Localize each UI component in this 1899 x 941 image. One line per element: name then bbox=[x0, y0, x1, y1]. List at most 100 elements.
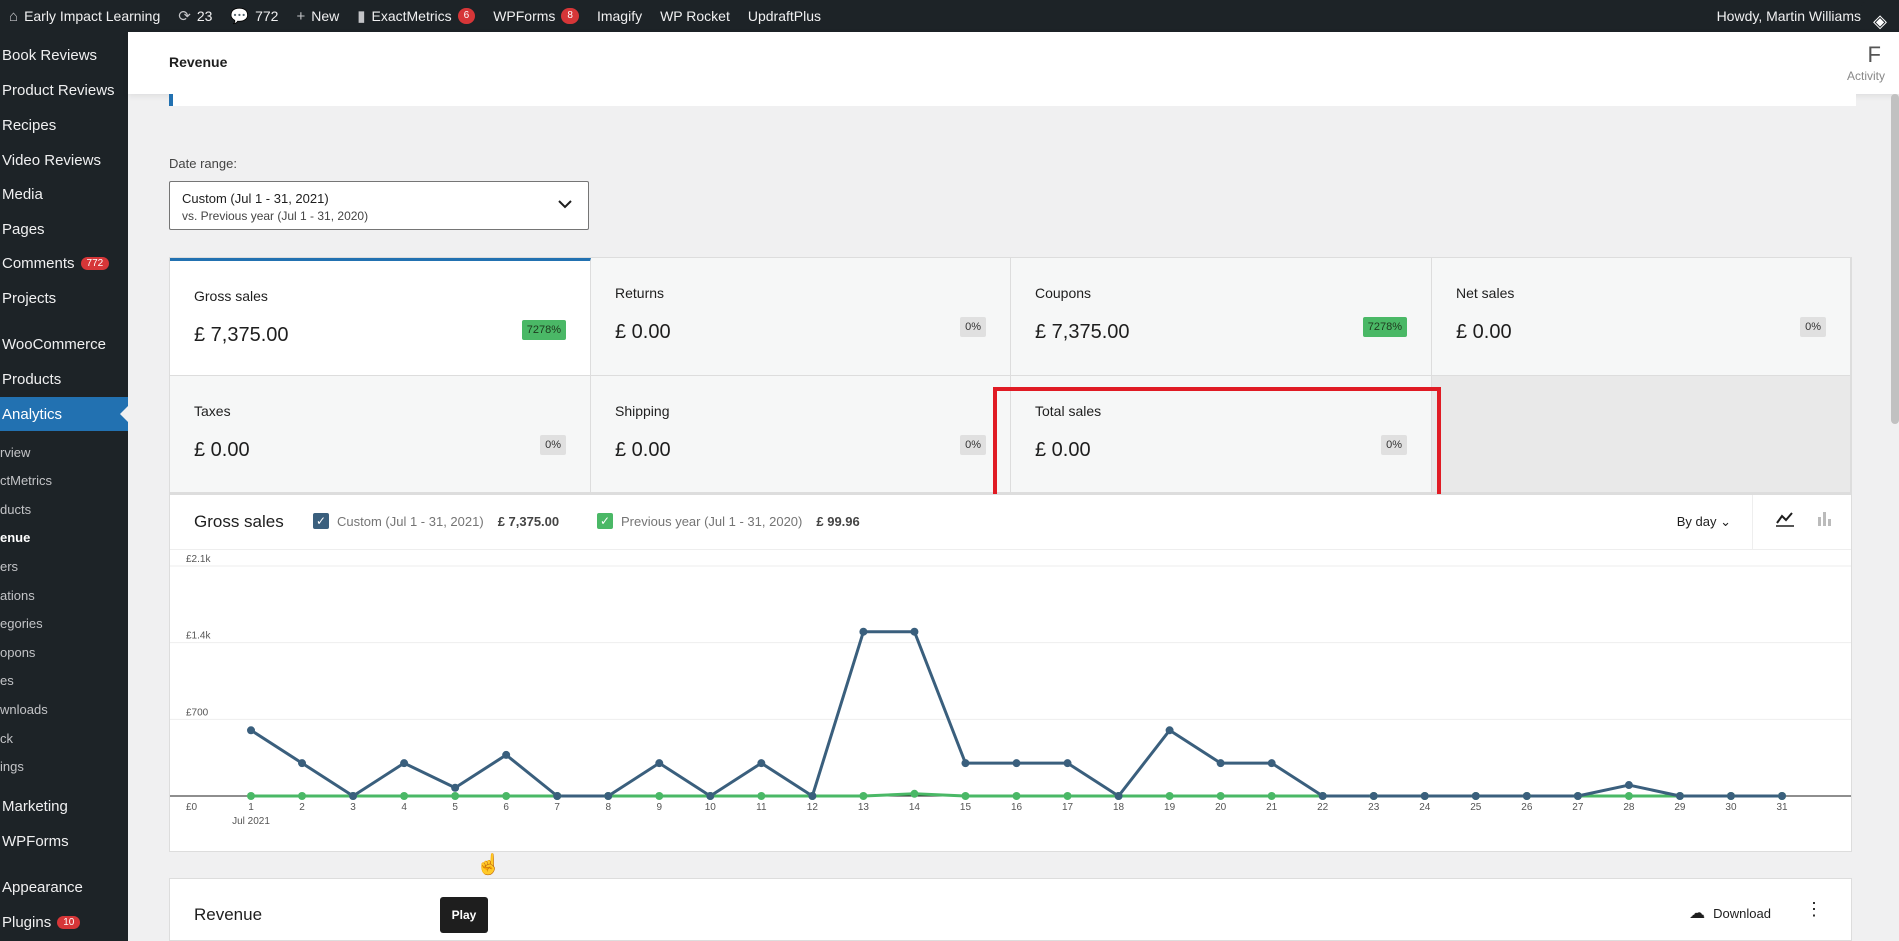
submenu-downloads[interactable]: wnloads bbox=[0, 702, 48, 717]
data-point bbox=[1165, 726, 1174, 735]
x-tick-label: 31 bbox=[1776, 802, 1788, 813]
menu-woocommerce[interactable]: WooCommerce bbox=[0, 327, 128, 361]
summary-card-taxes[interactable]: Taxes £ 0.00 0% bbox=[170, 376, 591, 493]
imagify-link[interactable]: Imagify bbox=[588, 0, 651, 32]
submenu-coupons[interactable]: opons bbox=[0, 645, 35, 660]
wpforms-link[interactable]: WPForms 8 bbox=[484, 0, 588, 32]
comments-link[interactable]: 💬 772 bbox=[221, 0, 287, 32]
plugins-badge: 10 bbox=[57, 915, 81, 929]
data-point bbox=[1063, 759, 1072, 768]
summary-card-coupons[interactable]: Coupons £ 7,375.00 7278% bbox=[1011, 258, 1432, 376]
updraftplus-link[interactable]: UpdraftPlus bbox=[739, 0, 830, 32]
menu-marketing[interactable]: Marketing bbox=[0, 789, 128, 823]
date-range-select[interactable]: Custom (Jul 1 - 31, 2021) vs. Previous y… bbox=[169, 181, 589, 230]
hand-cursor-icon: ☝ bbox=[476, 854, 501, 876]
submenu-revenue[interactable]: enue bbox=[0, 530, 30, 545]
data-point bbox=[298, 792, 307, 800]
data-point bbox=[961, 759, 970, 768]
x-tick-label: 11 bbox=[756, 802, 767, 813]
data-point bbox=[1624, 781, 1633, 790]
x-tick-label: 26 bbox=[1521, 802, 1533, 813]
submenu-variations[interactable]: ations bbox=[0, 588, 35, 603]
menu-video-reviews[interactable]: Video Reviews bbox=[0, 143, 128, 177]
download-button[interactable]: ☁ Download bbox=[1689, 903, 1771, 923]
summary-card-gross-sales[interactable]: Gross sales £ 7,375.00 7278% bbox=[170, 258, 591, 376]
submenu-overview[interactable]: rview bbox=[0, 445, 30, 460]
delta-badge: 0% bbox=[1800, 317, 1826, 337]
submenu-taxes[interactable]: es bbox=[0, 673, 14, 688]
menu-analytics[interactable]: Analytics bbox=[0, 397, 128, 431]
submenu-settings[interactable]: ings bbox=[0, 759, 24, 774]
x-tick-label: 17 bbox=[1062, 802, 1074, 813]
admin-bar: ⌂ Early Impact Learning ⟳ 23 💬 772 + New ▮ Ex… bbox=[0, 0, 1899, 32]
data-point bbox=[400, 792, 409, 800]
data-point bbox=[1726, 792, 1735, 800]
data-point bbox=[757, 759, 766, 768]
plus-icon: + bbox=[296, 7, 306, 25]
submenu-products[interactable]: ducts bbox=[0, 502, 31, 517]
x-tick-label: 4 bbox=[401, 802, 407, 813]
scrollbar[interactable] bbox=[1891, 94, 1899, 424]
data-point bbox=[604, 792, 613, 800]
legend-item-previous[interactable]: ✓ Previous year (Jul 1 - 31, 2020) £ 99.… bbox=[597, 513, 860, 529]
new-content-link[interactable]: + New bbox=[287, 0, 348, 32]
activity-icon[interactable]: F bbox=[1868, 42, 1881, 68]
date-range-label: Date range: bbox=[169, 156, 237, 171]
menu-media[interactable]: Media bbox=[0, 177, 128, 211]
menu-appearance[interactable]: Appearance bbox=[0, 870, 128, 904]
delta-badge: 7278% bbox=[521, 320, 566, 340]
notice-bar bbox=[169, 94, 1856, 106]
interval-select[interactable]: By day ⌄ bbox=[1677, 514, 1731, 530]
menu-pages[interactable]: Pages bbox=[0, 212, 128, 246]
menu-book-reviews[interactable]: Book Reviews bbox=[0, 38, 128, 72]
data-point bbox=[1318, 792, 1327, 800]
line-chart-icon[interactable] bbox=[1775, 509, 1795, 532]
menu-wpforms[interactable]: WPForms bbox=[0, 824, 128, 858]
play-button[interactable]: Play bbox=[440, 897, 488, 933]
bar-chart-icon: ▮ bbox=[357, 8, 366, 25]
menu-product-reviews[interactable]: Product Reviews bbox=[0, 73, 128, 107]
x-tick-label: 16 bbox=[1011, 802, 1023, 813]
menu-comments[interactable]: Comments 772 bbox=[0, 246, 128, 280]
checkbox-icon: ✓ bbox=[597, 513, 613, 529]
cloud-download-icon: ☁ bbox=[1689, 905, 1706, 922]
date-range-primary: Custom (Jul 1 - 31, 2021) bbox=[182, 191, 329, 206]
x-tick-label: 23 bbox=[1368, 802, 1380, 813]
more-options-icon[interactable]: ⋮ bbox=[1805, 899, 1823, 920]
site-name-link[interactable]: ⌂ Early Impact Learning bbox=[0, 0, 169, 32]
legend-item-current[interactable]: ✓ Custom (Jul 1 - 31, 2021) £ 7,375.00 bbox=[313, 513, 559, 529]
data-point bbox=[910, 627, 919, 636]
submenu-orders[interactable]: ers bbox=[0, 559, 18, 574]
activity-label[interactable]: Activity bbox=[1847, 69, 1885, 83]
y-tick-label: £0 bbox=[186, 802, 198, 813]
date-range-compare: vs. Previous year (Jul 1 - 31, 2020) bbox=[182, 209, 369, 223]
submenu-exactmetrics[interactable]: ctMetrics bbox=[0, 473, 52, 488]
x-axis-sublabel: Jul 2021 bbox=[232, 816, 270, 827]
summary-card-shipping[interactable]: Shipping £ 0.00 0% bbox=[591, 376, 1011, 493]
submenu-categories[interactable]: egories bbox=[0, 616, 43, 631]
line-chart: £0£700£1.4k£2.1k1 2 3 4 5 6 7 8 9 10 11 12 13 14 15 16 1… bbox=[170, 554, 1851, 827]
menu-plugins[interactable]: Plugins 10 bbox=[0, 905, 128, 939]
data-point bbox=[1012, 792, 1021, 800]
updates-link[interactable]: ⟳ 23 bbox=[169, 0, 221, 32]
data-point bbox=[1012, 759, 1021, 768]
summary-card-net-sales[interactable]: Net sales £ 0.00 0% bbox=[1432, 258, 1851, 376]
summary-card-returns[interactable]: Returns £ 0.00 0% bbox=[591, 258, 1011, 376]
chart-panel: Gross sales ✓ Custom (Jul 1 - 31, 2021) … bbox=[169, 494, 1852, 852]
data-point bbox=[1267, 792, 1276, 800]
x-tick-label: 19 bbox=[1164, 802, 1176, 813]
menu-recipes[interactable]: Recipes bbox=[0, 108, 128, 142]
data-point bbox=[553, 792, 562, 800]
x-tick-label: 21 bbox=[1266, 802, 1278, 813]
user-account-link[interactable]: Howdy, Martin Williams bbox=[1717, 0, 1861, 32]
bar-chart-icon[interactable] bbox=[1815, 509, 1835, 532]
data-point bbox=[298, 759, 307, 768]
wprocket-link[interactable]: WP Rocket bbox=[651, 0, 739, 32]
menu-products[interactable]: Products bbox=[0, 362, 128, 396]
menu-projects[interactable]: Projects bbox=[0, 281, 128, 315]
y-tick-label: £1.4k bbox=[186, 631, 211, 642]
x-tick-label: 9 bbox=[656, 802, 662, 813]
submenu-stock[interactable]: ck bbox=[0, 731, 13, 746]
exactmetrics-link[interactable]: ▮ ExactMetrics 6 bbox=[348, 0, 484, 32]
y-tick-label: £2.1k bbox=[186, 554, 211, 565]
